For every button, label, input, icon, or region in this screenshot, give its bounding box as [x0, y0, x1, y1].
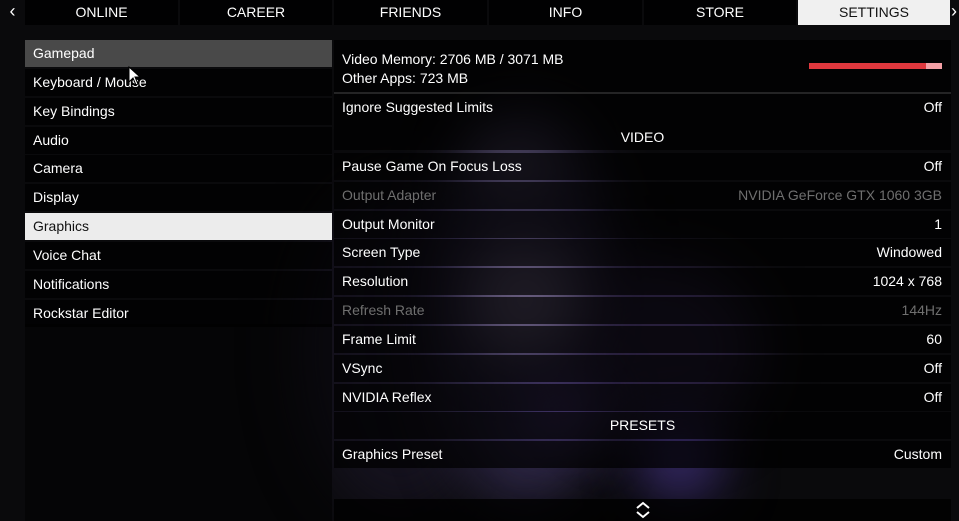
prev-tab-arrow-icon[interactable]: ‹ [0, 0, 25, 25]
setting-label: VSync [342, 359, 383, 376]
sidebar-item-notifications[interactable]: Notifications [25, 270, 332, 298]
tab-career[interactable]: CAREER [180, 0, 332, 25]
sidebar-item-rockstar-editor[interactable]: Rockstar Editor [25, 299, 332, 327]
tab-store[interactable]: STORE [644, 0, 796, 25]
sidebar-background [25, 324, 332, 521]
setting-value: 1 [934, 215, 942, 232]
setting-value: NVIDIA GeForce GTX 1060 3GB [738, 186, 942, 203]
setting-vsync[interactable]: VSync Off [334, 354, 951, 382]
sidebar-item-audio[interactable]: Audio [25, 126, 332, 154]
video-section-header: VIDEO [620, 129, 665, 145]
setting-graphics-preset[interactable]: Graphics Preset Custom [334, 441, 951, 469]
video-memory-bar [809, 63, 942, 69]
setting-value: Off [923, 388, 942, 405]
setting-value: 1024 x 768 [872, 273, 942, 290]
setting-refresh-rate: Refresh Rate 144Hz [334, 297, 951, 325]
sidebar-item-graphics[interactable]: Graphics [25, 213, 332, 241]
setting-value: Off [923, 359, 942, 376]
setting-value: Windowed [876, 244, 942, 261]
setting-value: Off [923, 157, 942, 174]
tab-online[interactable]: ONLINE [25, 0, 178, 25]
setting-screen-type[interactable]: Screen Type Windowed [334, 239, 951, 267]
other-apps-text: Other Apps: 723 MB [342, 70, 469, 86]
setting-value: 60 [926, 330, 942, 347]
sidebar-item-camera[interactable]: Camera [25, 155, 332, 183]
tab-friends[interactable]: FRIENDS [334, 0, 487, 25]
next-tab-arrow-icon[interactable]: › [947, 0, 959, 25]
setting-label: Output Adapter [342, 186, 437, 203]
video-memory-text: Video Memory: 2706 MB / 3071 MB [342, 51, 564, 67]
sidebar-item-keyboard-mouse[interactable]: Keyboard / Mouse [25, 68, 332, 96]
setting-output-adapter: Output Adapter NVIDIA GeForce GTX 1060 3… [334, 181, 951, 209]
mouse-cursor-icon [128, 66, 142, 86]
video-memory-section: Video Memory: 2706 MB / 3071 MB Other Ap… [334, 40, 951, 94]
setting-label: Resolution [342, 273, 409, 290]
setting-label: Graphics Preset [342, 446, 443, 463]
setting-label: Screen Type [342, 244, 421, 261]
presets-section-header: PRESETS [334, 412, 951, 440]
sidebar-item-key-bindings[interactable]: Key Bindings [25, 97, 332, 125]
setting-nvidia-reflex[interactable]: NVIDIA Reflex Off [334, 383, 951, 411]
setting-label: Frame Limit [342, 330, 416, 347]
setting-output-monitor[interactable]: Output Monitor 1 [334, 210, 951, 238]
setting-value: Custom [893, 446, 942, 463]
settings-sidebar: Gamepad Keyboard / Mouse Key Bindings Au… [25, 40, 332, 328]
setting-value: 144Hz [901, 302, 942, 319]
sidebar-item-voice-chat[interactable]: Voice Chat [25, 241, 332, 269]
setting-label: Pause Game On Focus Loss [342, 157, 522, 174]
setting-label: Output Monitor [342, 215, 435, 232]
setting-label: Refresh Rate [342, 302, 425, 319]
setting-label: Ignore Suggested Limits [342, 99, 493, 115]
top-nav: ‹ ONLINE CAREER FRIENDS INFO STORE SETTI… [0, 0, 959, 25]
tab-info[interactable]: INFO [489, 0, 642, 25]
setting-pause-on-focus-loss[interactable]: Pause Game On Focus Loss Off [334, 152, 951, 180]
setting-label: NVIDIA Reflex [342, 388, 432, 405]
tab-settings[interactable]: SETTINGS [798, 0, 950, 25]
graphics-settings-panel: Video Memory: 2706 MB / 3071 MB Other Ap… [334, 40, 951, 470]
sidebar-item-display[interactable]: Display [25, 184, 332, 212]
setting-resolution[interactable]: Resolution 1024 x 768 [334, 268, 951, 296]
sidebar-item-gamepad[interactable]: Gamepad [25, 40, 332, 67]
setting-frame-limit[interactable]: Frame Limit 60 [334, 325, 951, 353]
scroll-indicator[interactable] [334, 499, 951, 521]
setting-value: Off [923, 99, 942, 115]
chevron-up-down-icon[interactable] [634, 499, 652, 521]
